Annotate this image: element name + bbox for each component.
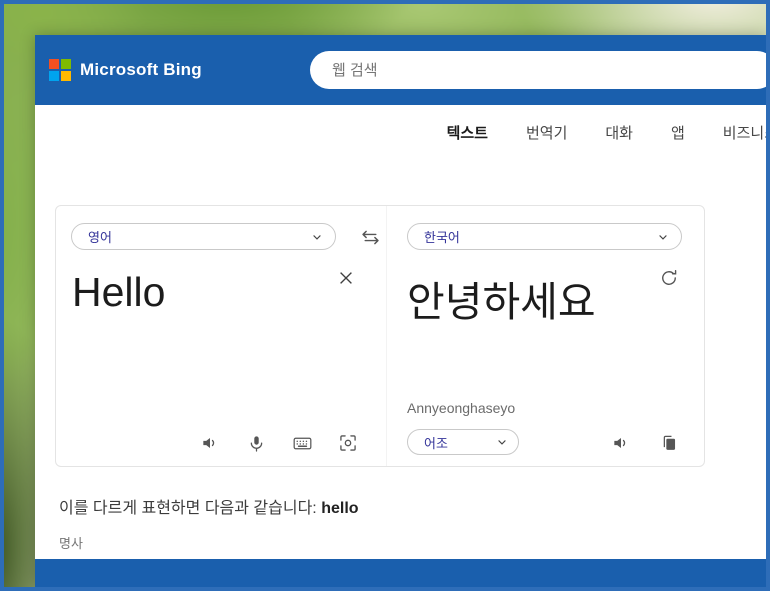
copy-icon: [663, 435, 675, 450]
refresh-translation-button[interactable]: [657, 266, 681, 290]
tab-business[interactable]: 비즈니스: [723, 122, 766, 143]
tab-translator[interactable]: 번역기: [526, 122, 567, 143]
alternative-translations-line: 이를 다르게 표현하면 다음과 같습니다: hello: [59, 494, 766, 518]
target-panel: 한국어 안녕하세요 Annyeonghaseyo 어조: [386, 206, 705, 466]
tone-label: 어조: [424, 435, 448, 451]
source-language-label: 영어: [88, 230, 112, 245]
bing-translator-window: Microsoft Bing 텍스트 번역기 대화 앱 비즈니스 영어: [35, 35, 766, 587]
clear-text-button[interactable]: [334, 266, 358, 290]
speaker-button[interactable]: [609, 431, 633, 455]
tab-text[interactable]: 텍스트: [447, 122, 488, 143]
image-translate-button[interactable]: [336, 431, 360, 455]
image-translate-icon: [340, 435, 356, 451]
source-panel: 영어 Hello: [56, 206, 386, 466]
target-language-label: 한국어: [424, 230, 460, 245]
translator-card: 영어 Hello 한국어 안녕하세요 Annyeonghaseyo 어조: [55, 205, 705, 467]
microphone-button[interactable]: [244, 431, 268, 455]
footer-bar: [35, 559, 766, 587]
target-toolbar: [609, 431, 681, 455]
search-input[interactable]: [330, 60, 756, 80]
brand-text: Microsoft Bing: [80, 60, 202, 79]
content-area: 영어 Hello 한국어 안녕하세요 Annyeonghaseyo 어조 이를 …: [35, 205, 766, 552]
swap-languages-button[interactable]: [357, 224, 383, 250]
chevron-down-icon: [313, 234, 321, 240]
source-text[interactable]: Hello: [72, 269, 165, 315]
bing-header: Microsoft Bing: [35, 35, 766, 105]
romanization-text: Annyeonghaseyo: [407, 400, 516, 416]
close-icon: [340, 272, 352, 284]
speaker-icon: [203, 438, 215, 448]
speaker-icon: [614, 438, 626, 448]
target-text: 안녕하세요: [407, 279, 596, 325]
tone-dropdown[interactable]: 어조: [407, 429, 519, 455]
translator-nav: 텍스트 번역기 대화 앱 비즈니스: [35, 105, 766, 160]
source-toolbar: [198, 431, 360, 455]
keyboard-button[interactable]: [290, 431, 314, 455]
microphone-icon: [250, 435, 262, 452]
screenshot-root: Microsoft Bing 텍스트 번역기 대화 앱 비즈니스 영어: [0, 0, 770, 591]
refresh-icon: [662, 270, 677, 285]
microsoft-bing-logo[interactable]: Microsoft Bing: [49, 59, 202, 81]
tab-apps[interactable]: 앱: [671, 122, 685, 143]
keyboard-icon: [293, 437, 311, 449]
target-language-dropdown[interactable]: 한국어: [407, 223, 682, 250]
chevron-down-icon: [498, 440, 506, 445]
copy-button[interactable]: [657, 431, 681, 455]
alt-intro-text: 이를 다르게 표현하면 다음과 같습니다:: [59, 500, 322, 517]
swap-languages-icon: [361, 230, 379, 244]
microsoft-logo-icon: [49, 59, 71, 81]
tab-conversation[interactable]: 대화: [605, 122, 633, 143]
source-language-dropdown[interactable]: 영어: [71, 223, 336, 250]
search-box: [310, 51, 766, 89]
alt-word: hello: [321, 500, 359, 517]
chevron-down-icon: [659, 234, 667, 240]
part-of-speech-label: 명사: [59, 536, 83, 551]
speaker-button[interactable]: [198, 431, 222, 455]
